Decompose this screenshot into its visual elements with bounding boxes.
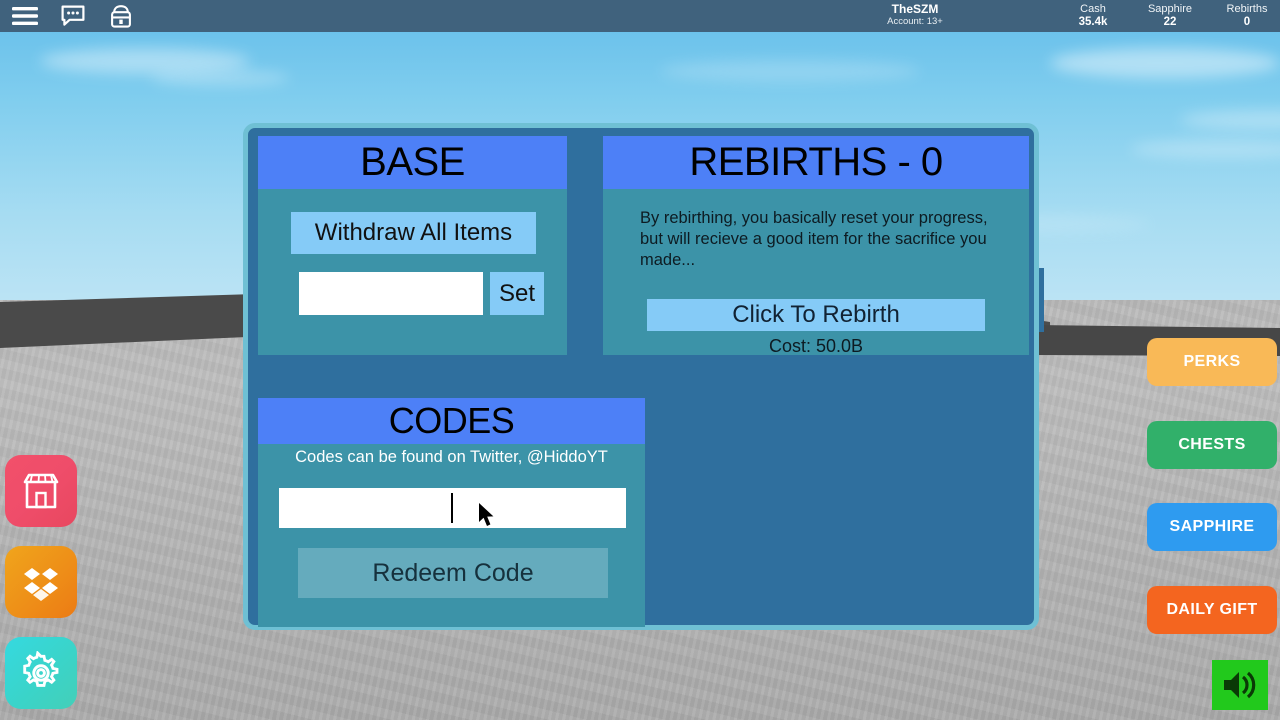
base-panel-title: BASE [258,136,567,189]
rebirths-panel-title: REBIRTHS - 0 [603,136,1029,189]
cloud [1050,48,1280,78]
codes-panel-title: CODES [258,398,645,444]
roblox-topbar: TheSZM Account: 13+ Cash 35.4k Sapphire … [0,0,1280,32]
menu-icon[interactable] [8,3,42,29]
cloud [150,70,290,86]
rebirth-cost-label: Cost: 50.0B [768,336,864,356]
rebirth-description: By rebirthing, you basically reset your … [640,209,988,269]
settings-icon[interactable] [5,637,77,709]
daily-gift-button[interactable]: DAILY GIFT [1147,586,1277,634]
chat-icon[interactable] [56,3,90,29]
topbar-icon-group [8,0,138,32]
stat-rebirths-value: 0 [1243,16,1251,28]
player-info: TheSZM Account: 13+ [860,2,970,28]
set-amount-input[interactable] [299,272,483,315]
stat-rebirths-label: Rebirths [1226,3,1268,15]
text-caret [451,493,453,523]
player-account-age: Account: 13+ [887,16,943,27]
click-to-rebirth-button[interactable]: Click To Rebirth [647,299,985,331]
sapphire-button[interactable]: SAPPHIRE [1147,503,1277,551]
chests-button[interactable]: CHESTS [1147,421,1277,469]
backpack-icon[interactable] [104,3,138,29]
base-panel: BASE Withdraw All Items Set [258,136,567,355]
set-button[interactable]: Set [490,272,544,315]
shop-icon[interactable] [5,455,77,527]
set-amount-row: Set [299,272,544,315]
rebirths-panel: REBIRTHS - 0 By rebirthing, you basicall… [603,136,1029,356]
withdraw-all-items-button[interactable]: Withdraw All Items [291,212,536,254]
main-gui-window: BASE Withdraw All Items Set REBIRTHS - 0… [243,123,1039,630]
player-name: TheSZM [891,2,939,16]
sound-icon[interactable] [1212,660,1268,710]
redeem-code-button[interactable]: Redeem Code [298,548,608,598]
inventory-icon[interactable] [5,546,77,618]
perks-button[interactable]: PERKS [1147,338,1277,386]
codes-subtitle: Codes can be found on Twitter, @HiddoYT [295,448,608,466]
stat-rebirths: Rebirths 0 [1199,2,1280,29]
cloud [660,60,920,82]
